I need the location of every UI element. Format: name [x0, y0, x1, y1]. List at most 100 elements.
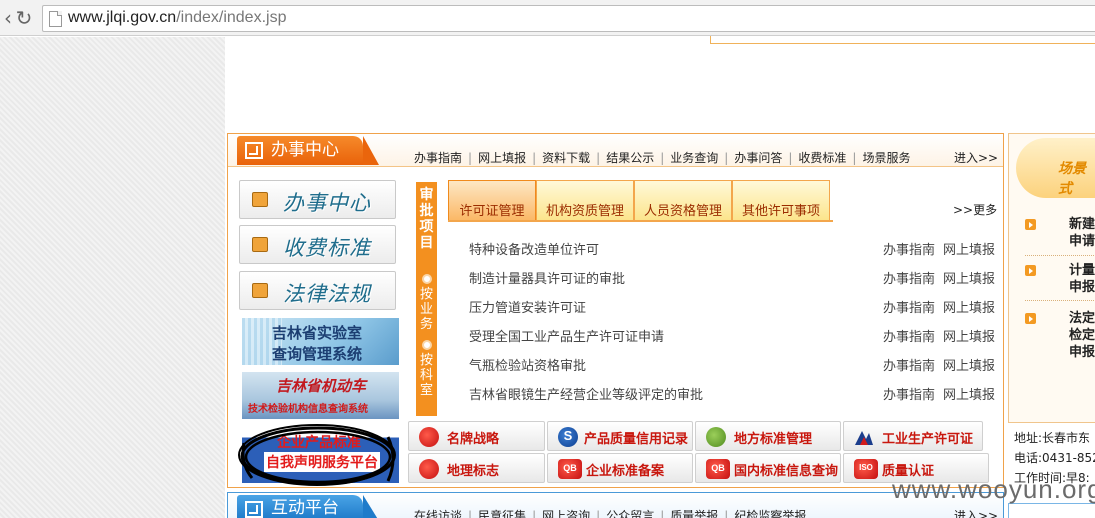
office-enter-link[interactable]: 进入>>: [954, 149, 998, 166]
report-link[interactable]: 网上填报: [943, 239, 995, 258]
reload-icon[interactable]: ↻: [12, 6, 36, 30]
service-label: 地理标志: [447, 464, 500, 479]
guide-link[interactable]: 办事指南: [883, 268, 935, 287]
banner-line-1: 企业产品标准: [277, 435, 361, 451]
guide-link[interactable]: 办事指南: [883, 326, 935, 345]
license-name[interactable]: 压力管道安装许可证: [469, 297, 586, 316]
service-label: 地方标准管理: [734, 432, 813, 447]
nav-quality-report[interactable]: 质量举报: [670, 509, 718, 518]
report-link[interactable]: 网上填报: [943, 326, 995, 345]
license-name[interactable]: 特种设备改造单位许可: [469, 239, 599, 258]
guide-link[interactable]: 办事指南: [883, 384, 935, 403]
report-link[interactable]: 网上填报: [943, 268, 995, 287]
tab-license[interactable]: 许可证管理: [448, 180, 536, 221]
report-link[interactable]: 网上填报: [943, 297, 995, 316]
arrow-icon: [1025, 313, 1036, 324]
license-name[interactable]: 受理全国工业产品生产许可证申请: [469, 326, 664, 345]
lab-query-banner[interactable]: 吉林省实验室 查询管理系统: [242, 318, 399, 365]
right-column: 场景式 新建申请 计量申报 法定检定申报: [1008, 133, 1095, 423]
arrow-box-icon: [245, 142, 263, 159]
service-enterprise-standard[interactable]: QB 企业标准备案: [547, 453, 693, 483]
interaction-title: 互动平台: [237, 495, 379, 518]
top-strip: [710, 36, 1095, 44]
service-quality-credit[interactable]: S 产品质量信用记录: [547, 421, 693, 451]
enterprise-standard-icon: QB: [558, 459, 582, 479]
guide-link[interactable]: 办事指南: [883, 297, 935, 316]
service-domestic-standard[interactable]: QB 国内标准信息查询: [695, 453, 841, 483]
office-header: 办事中心 办事指南 | 网上填报 | 资料下载 | 结果公示 | 业务查询 | 办事问答 | 收费标准 |…: [228, 134, 1003, 167]
vehicle-inspection-banner[interactable]: 吉林省机动车 技术检验机构信息查询系统: [242, 372, 399, 419]
service-label: 名牌战略: [447, 432, 500, 447]
watermark: www.wooyun.org: [892, 474, 1095, 504]
more-link[interactable]: >>更多: [953, 201, 997, 218]
interaction-panel: 互动平台 在线访谈 | 民意征集 | 网上咨询 | 公众留言 | 质量举报 | 纪检监察举报 进入>…: [227, 492, 1004, 518]
list-item: 制造计量器具许可证的审批 办事指南 网上填报: [469, 268, 999, 288]
side-button-label: 办事中心: [283, 191, 371, 215]
url-text: www.jlqi.gov.cn/index/index.jsp: [68, 9, 286, 27]
banner-line-2: 技术检验机构信息查询系统: [248, 404, 368, 415]
page-background: [0, 37, 225, 518]
quality-credit-icon: S: [558, 427, 578, 447]
by-business-option[interactable]: 按业务: [416, 274, 437, 332]
banner-line-2: 查询管理系统: [272, 345, 363, 363]
tab-institution[interactable]: 机构资质管理: [536, 180, 634, 221]
license-name[interactable]: 制造计量器具许可证的审批: [469, 268, 625, 287]
nav-faq[interactable]: 办事问答: [734, 151, 782, 165]
banner-text: 场景式: [1058, 161, 1086, 197]
news-item[interactable]: 法定检定申报: [1025, 310, 1095, 364]
nav-scenario[interactable]: 场景服务: [862, 151, 910, 165]
nav-guide[interactable]: 办事指南: [414, 151, 462, 165]
report-link[interactable]: 网上填报: [943, 384, 995, 403]
report-link[interactable]: 网上填报: [943, 355, 995, 374]
interaction-enter-link[interactable]: 进入>>: [954, 507, 998, 518]
address-bar[interactable]: www.jlqi.gov.cn/index/index.jsp: [42, 5, 1095, 32]
tab-other[interactable]: 其他许可事项: [732, 180, 830, 221]
service-label: 国内标准信息查询: [734, 464, 839, 479]
license-name[interactable]: 气瓶检验站资格审批: [469, 355, 586, 374]
geo-mark-icon: [419, 459, 439, 479]
guide-link[interactable]: 办事指南: [883, 355, 935, 374]
service-label: 产品质量信用记录: [584, 432, 689, 447]
nav-fees[interactable]: 收费标准: [798, 151, 846, 165]
side-button-law[interactable]: 法律法规: [239, 271, 396, 310]
nav-downloads[interactable]: 资料下载: [542, 151, 590, 165]
nav-consult[interactable]: 网上咨询: [542, 509, 590, 518]
service-local-standard[interactable]: 地方标准管理: [695, 421, 841, 451]
nav-online-fill[interactable]: 网上填报: [478, 151, 526, 165]
standard-declaration-banner[interactable]: 企业产品标准 自我声明服务平台: [242, 426, 399, 483]
service-geo-mark[interactable]: 地理标志: [408, 453, 545, 483]
scenario-banner[interactable]: 场景式: [1016, 138, 1095, 198]
wallet-icon: [252, 237, 268, 252]
domestic-standard-icon: QB: [706, 459, 730, 479]
tab-underline: [448, 220, 833, 222]
office-title: 办事中心: [237, 136, 379, 165]
approval-vertical-tab: 审批项目 按业务 按科室: [416, 182, 437, 416]
nav-discipline-report[interactable]: 纪检监察举报: [734, 509, 806, 518]
side-button-fees[interactable]: 收费标准: [239, 225, 396, 264]
news-item[interactable]: 新建申请: [1025, 216, 1095, 252]
url-host: www.jlqi.gov.cn: [68, 9, 177, 26]
service-brand-strategy[interactable]: 名牌战略: [408, 421, 545, 451]
icon-glyph: QB: [563, 463, 577, 473]
by-department-option[interactable]: 按科室: [416, 340, 437, 398]
tab-personnel[interactable]: 人员资格管理: [634, 180, 732, 221]
interaction-title-text: 互动平台: [271, 498, 339, 518]
guide-link[interactable]: 办事指南: [883, 239, 935, 258]
nav-interview[interactable]: 在线访谈: [414, 509, 462, 518]
service-industrial-license[interactable]: 工业生产许可证: [843, 421, 983, 451]
icon-glyph: QB: [711, 463, 725, 473]
nav-query[interactable]: 业务查询: [670, 151, 718, 165]
browser-toolbar: ‹ ↻ www.jlqi.gov.cn/index/index.jsp: [0, 0, 1095, 36]
list-item: 受理全国工业产品生产许可证申请 办事指南 网上填报: [469, 326, 999, 346]
brand-strategy-icon: [419, 427, 439, 447]
icon-glyph: S: [563, 428, 573, 443]
nav-opinion[interactable]: 民意征集: [478, 509, 526, 518]
gavel-icon: [252, 283, 268, 298]
list-item: 吉林省眼镜生产经营企业等级评定的审批 办事指南 网上填报: [469, 384, 999, 404]
news-item[interactable]: 计量申报: [1025, 262, 1095, 298]
side-button-office[interactable]: 办事中心: [239, 180, 396, 219]
radio-icon: [421, 340, 432, 350]
nav-results[interactable]: 结果公示: [606, 151, 654, 165]
license-name[interactable]: 吉林省眼镜生产经营企业等级评定的审批: [469, 384, 703, 403]
nav-message[interactable]: 公众留言: [606, 509, 654, 518]
